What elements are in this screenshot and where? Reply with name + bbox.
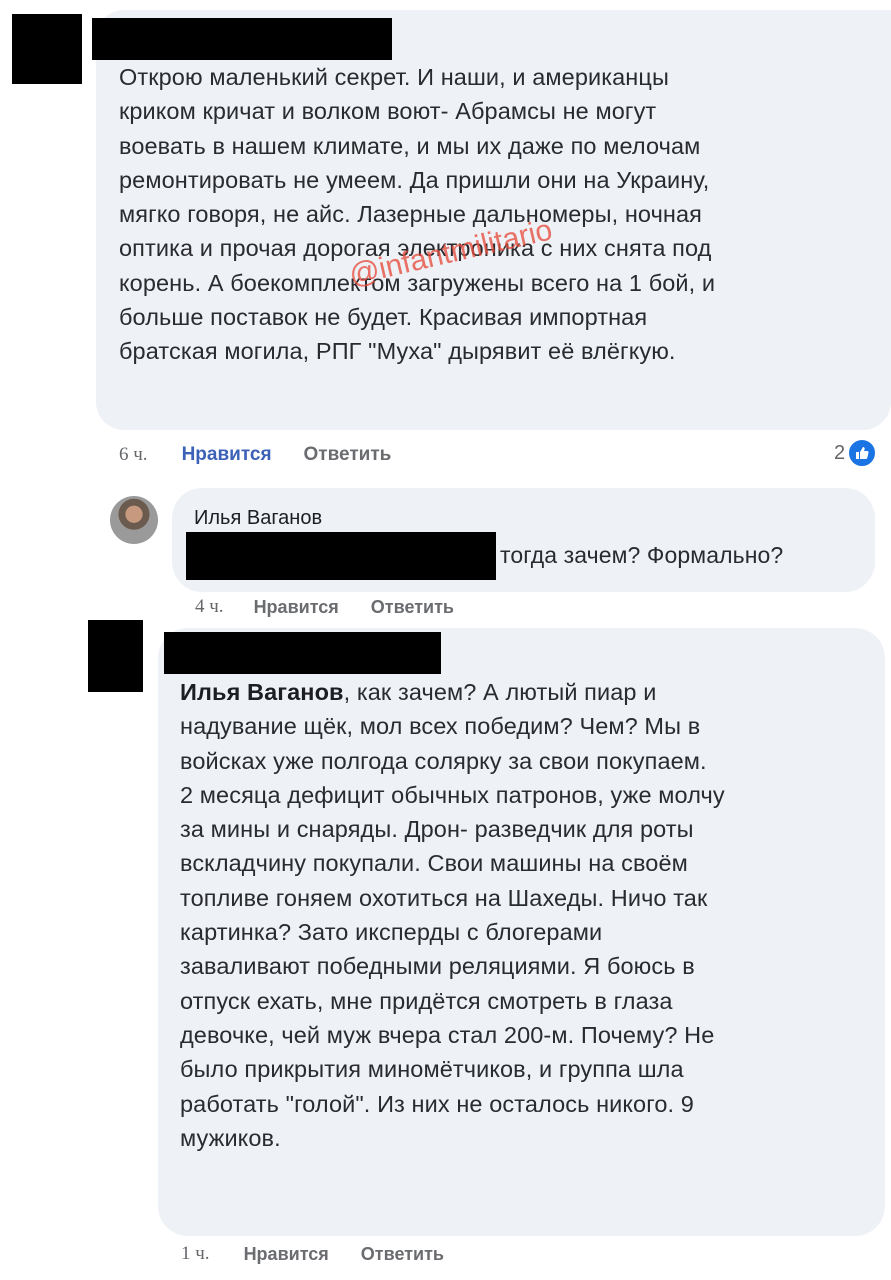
comment-actions: 1 ч. Нравится Ответить: [181, 1243, 444, 1265]
comment-line: отпуск ехать, мне придётся смотреть в гл…: [180, 987, 673, 1014]
comment-line: работать "голой". Из них не осталось ник…: [180, 1090, 694, 1117]
comment-timestamp[interactable]: 1 ч.: [181, 1243, 210, 1265]
comment-line: мужиков.: [180, 1124, 281, 1151]
comment-timestamp[interactable]: 4 ч.: [195, 596, 224, 618]
redacted-author-name: [92, 18, 392, 60]
comment-line: заваливают победными реляциями. Я боюсь …: [180, 953, 695, 980]
comment-line: надувание щёк, мол всех победим? Чем? Мы…: [180, 713, 701, 740]
comment-line: Открою маленький секрет. И наши, и амери…: [119, 64, 669, 90]
comment-line: за мины и снаряды. Дрон- разведчик для р…: [180, 816, 694, 843]
thumbs-up-icon: [847, 438, 878, 468]
redacted-author-name: [164, 632, 441, 674]
comment-line: воевать в нашем климате, и мы их даже по…: [119, 132, 701, 159]
comment-line: ремонтировать не умеем. Да пришли они на…: [119, 166, 710, 193]
comment-text: Открою маленький секрет. И наши, и амери…: [119, 60, 715, 369]
comment-line: криком кричат и волком воют- Абрамсы не …: [119, 98, 657, 125]
redacted-mention: [186, 532, 496, 580]
author-mention[interactable]: Илья Ваганов: [180, 679, 344, 705]
comment-text: тогда зачем? Формально?: [500, 540, 783, 570]
reaction-count: 2: [834, 441, 846, 464]
comment-fragment: , как зачем? А лютый пиар и: [343, 679, 657, 705]
comment-actions: 4 ч. Нравится Ответить: [195, 596, 454, 618]
comment-line: девочке, чей муж вчера стал 200-м. Почем…: [180, 1021, 715, 1048]
avatar[interactable]: [110, 496, 158, 544]
comment-timestamp[interactable]: 6 ч.: [119, 444, 148, 466]
comment-line: топливе гоняем охотиться на Шахеды. Ничо…: [180, 884, 708, 911]
comment-actions: 6 ч. Нравится Ответить: [119, 444, 391, 466]
reaction-summary[interactable]: 2: [834, 438, 878, 468]
like-button[interactable]: Нравится: [182, 444, 272, 466]
comment-line: мягко говоря, не айс. Лазерные дальномер…: [119, 201, 703, 228]
redacted-avatar: [12, 14, 82, 84]
comment-line: братская могила, РПГ "Муха" дырявит её в…: [119, 338, 676, 365]
reply-button[interactable]: Ответить: [371, 597, 454, 618]
comment-line: картинка? Зато иксперды с блогерами: [180, 919, 603, 946]
comment-line: Илья Ваганов, как зачем? А лютый пиар и: [180, 675, 725, 709]
comment-author[interactable]: Илья Ваганов: [194, 507, 322, 530]
comment-line: войсках уже полгода солярку за свои поку…: [180, 747, 707, 774]
comment-line: вскладчину покупали. Свои машины на своё…: [180, 850, 688, 877]
like-button[interactable]: Нравится: [254, 597, 339, 618]
redacted-avatar: [88, 620, 143, 692]
reply-button[interactable]: Ответить: [304, 444, 392, 466]
comment-line: было прикрытия миномётчиков, и группа шл…: [180, 1056, 684, 1083]
comment-line: 2 месяца дефицит обычных патронов, уже м…: [180, 781, 725, 808]
comment-line: тогда зачем? Формально?: [500, 542, 784, 568]
comment-line: больше поставок не будет. Красивая импор…: [119, 304, 648, 331]
like-button[interactable]: Нравится: [244, 1244, 329, 1265]
comment-text: Илья Ваганов, как зачем? А лютый пиар и …: [180, 675, 725, 1155]
reply-button[interactable]: Ответить: [361, 1244, 444, 1265]
